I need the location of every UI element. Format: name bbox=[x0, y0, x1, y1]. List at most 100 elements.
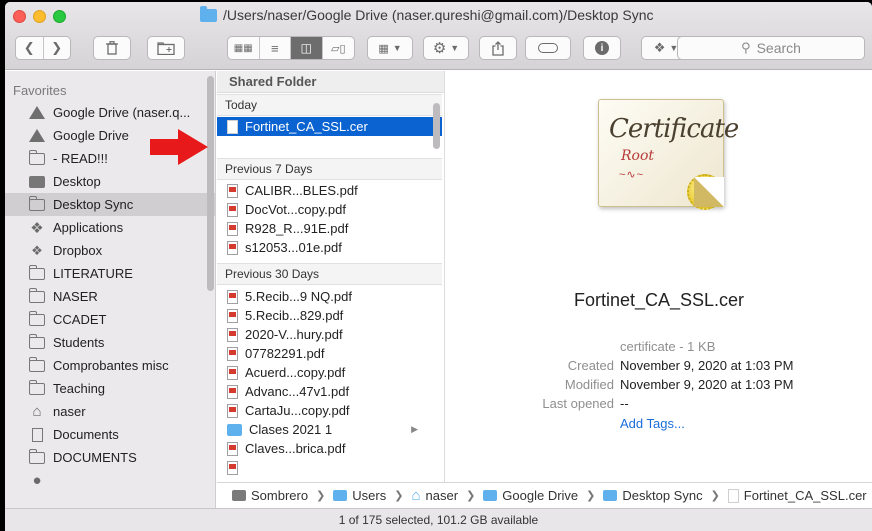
shared-folder-column: Shared Folder Today Fortinet_CA_SSL.cer … bbox=[217, 71, 445, 482]
meta-last-opened-row: Last opened -- bbox=[446, 396, 872, 411]
red-arrow-icon bbox=[150, 129, 208, 165]
file-row-fortinet-selected[interactable]: Fortinet_CA_SSL.cer bbox=[217, 117, 442, 136]
file-name: CALIBR...BLES.pdf bbox=[245, 183, 358, 198]
file-row[interactable]: Advanc...47v1.pdf bbox=[217, 382, 442, 401]
sidebar-item-home[interactable]: ⌂ naser bbox=[5, 400, 215, 423]
share-icon bbox=[492, 40, 504, 56]
folder-icon bbox=[200, 5, 217, 22]
icon-view-button[interactable]: ▦▦ bbox=[228, 37, 260, 59]
pdf-file-icon bbox=[227, 346, 238, 361]
dropbox-icon: ❖ bbox=[653, 40, 666, 55]
path-item-google-drive[interactable]: Google Drive bbox=[502, 488, 578, 503]
group-button[interactable]: ▦ ▼ bbox=[367, 36, 413, 60]
trash-button[interactable] bbox=[93, 36, 131, 60]
file-row[interactable]: CartaJu...copy.pdf bbox=[217, 401, 442, 420]
path-item-file[interactable]: Fortinet_CA_SSL.cer bbox=[744, 488, 867, 503]
sidebar-item-applications[interactable]: ❖ Applications bbox=[5, 216, 215, 239]
share-button[interactable] bbox=[479, 36, 517, 60]
sidebar-item-ccadet[interactable]: CCADET bbox=[5, 308, 215, 331]
last-opened-value: -- bbox=[620, 396, 629, 411]
sidebar-item-google-drive-account[interactable]: Google Drive (naser.q... bbox=[5, 101, 215, 124]
column-header: Shared Folder bbox=[217, 71, 444, 93]
path-separator-icon: ❯ bbox=[710, 490, 720, 502]
file-name: 5.Recib...9 NQ.pdf bbox=[245, 289, 352, 304]
sidebar-item-partial[interactable]: ● bbox=[5, 469, 215, 492]
file-name: 07782291.pdf bbox=[245, 346, 325, 361]
folder-icon bbox=[29, 310, 45, 326]
file-row[interactable]: 2020-V...hury.pdf bbox=[217, 325, 442, 344]
file-row[interactable]: 07782291.pdf bbox=[217, 344, 442, 363]
file-row-partial[interactable] bbox=[217, 458, 442, 477]
sidebar-item-teaching[interactable]: Teaching bbox=[5, 377, 215, 400]
view-mode-control: ▦▦ ≡ ◫ ▱▯ bbox=[227, 36, 355, 60]
sidebar-item-students[interactable]: Students bbox=[5, 331, 215, 354]
meta-tags-row: Add Tags... bbox=[446, 416, 872, 431]
folder-icon bbox=[29, 264, 45, 280]
path-item-users[interactable]: Users bbox=[352, 488, 386, 503]
home-icon: ⌂ bbox=[411, 487, 421, 504]
new-folder-button[interactable] bbox=[147, 36, 185, 60]
tag-button[interactable] bbox=[525, 36, 571, 60]
file-row[interactable]: 5.Recib...829.pdf bbox=[217, 306, 442, 325]
section-previous-30-days: Previous 30 Days bbox=[217, 263, 442, 285]
path-item-desktop-sync[interactable]: Desktop Sync bbox=[622, 488, 702, 503]
search-field[interactable]: ⚲ Search bbox=[677, 36, 865, 60]
file-row[interactable]: DocVot...copy.pdf bbox=[217, 200, 442, 219]
column-scrollbar[interactable] bbox=[433, 103, 440, 149]
sidebar-item-desktop-sync[interactable]: Desktop Sync bbox=[5, 193, 215, 216]
forward-button[interactable]: ❯ bbox=[44, 37, 71, 59]
file-row[interactable]: Acuerd...copy.pdf bbox=[217, 363, 442, 382]
list-view-button[interactable]: ≡ bbox=[260, 37, 291, 59]
sidebar-item-label: Teaching bbox=[53, 381, 106, 396]
file-name: s12053...01e.pdf bbox=[245, 240, 342, 255]
pdf-file-icon bbox=[227, 202, 238, 217]
sidebar-item-label: Comprobantes misc bbox=[53, 358, 169, 373]
sidebar-item-comprobantes[interactable]: Comprobantes misc bbox=[5, 354, 215, 377]
documents-icon bbox=[29, 427, 45, 442]
column-view-button[interactable]: ◫ bbox=[291, 37, 323, 59]
pdf-file-icon bbox=[227, 327, 238, 342]
sidebar-item-naser-folder[interactable]: NASER bbox=[5, 285, 215, 308]
pdf-file-icon bbox=[227, 365, 238, 380]
minimize-button[interactable] bbox=[33, 10, 46, 23]
sidebar-item-desktop[interactable]: Desktop bbox=[5, 170, 215, 193]
folder-icon bbox=[29, 379, 45, 395]
action-button[interactable]: ⚙ ▼ bbox=[423, 36, 469, 60]
file-row[interactable]: Claves...brica.pdf bbox=[217, 439, 442, 458]
path-item-sombrero[interactable]: Sombrero bbox=[251, 488, 308, 503]
created-label: Created bbox=[567, 358, 614, 373]
folder-row[interactable]: Clases 2021 1 ▶ bbox=[217, 420, 442, 439]
sidebar-item-documents[interactable]: Documents bbox=[5, 423, 215, 446]
sidebar-item-documents-upper[interactable]: DOCUMENTS bbox=[5, 446, 215, 469]
file-row[interactable]: R928_R...91E.pdf bbox=[217, 219, 442, 238]
file-name: 2020-V...hury.pdf bbox=[245, 327, 343, 342]
file-row[interactable]: s12053...01e.pdf bbox=[217, 238, 442, 257]
add-tags-link[interactable]: Add Tags... bbox=[620, 416, 685, 431]
sidebar-scrollbar[interactable] bbox=[207, 76, 214, 291]
window-title: /Users/naser/Google Drive (naser.qureshi… bbox=[200, 5, 654, 23]
preview-pane: Certificate Root ~∿~ Fortinet_CA_SSL.cer… bbox=[446, 71, 872, 482]
pdf-file-icon bbox=[227, 441, 238, 456]
sidebar-item-label: - READ!!! bbox=[53, 151, 108, 166]
close-button[interactable] bbox=[13, 10, 26, 23]
file-row[interactable]: 5.Recib...9 NQ.pdf bbox=[217, 287, 442, 306]
search-icon: ⚲ bbox=[741, 40, 751, 55]
back-button[interactable]: ❮ bbox=[16, 37, 44, 59]
pdf-file-icon bbox=[227, 183, 238, 198]
sidebar-item-label: Desktop Sync bbox=[53, 197, 134, 212]
sidebar-item-label: Google Drive bbox=[53, 128, 129, 143]
info-button[interactable]: i bbox=[583, 36, 621, 60]
sidebar-item-label: LITERATURE bbox=[53, 266, 133, 281]
sidebar-item-literature[interactable]: LITERATURE bbox=[5, 262, 215, 285]
chevron-down-icon: ▼ bbox=[392, 43, 402, 53]
file-name: Claves...brica.pdf bbox=[245, 441, 346, 456]
google-drive-icon bbox=[29, 106, 45, 119]
zoom-button[interactable] bbox=[53, 10, 66, 23]
certificate-root-label: Root bbox=[621, 148, 655, 164]
path-separator-icon: ❯ bbox=[316, 490, 326, 502]
gallery-view-button[interactable]: ▱▯ bbox=[323, 37, 354, 59]
file-row[interactable]: CALIBR...BLES.pdf bbox=[217, 181, 442, 200]
google-drive-folder-icon bbox=[483, 490, 498, 501]
sidebar-item-dropbox[interactable]: ❖ Dropbox bbox=[5, 239, 215, 262]
path-item-naser[interactable]: naser bbox=[426, 488, 459, 503]
